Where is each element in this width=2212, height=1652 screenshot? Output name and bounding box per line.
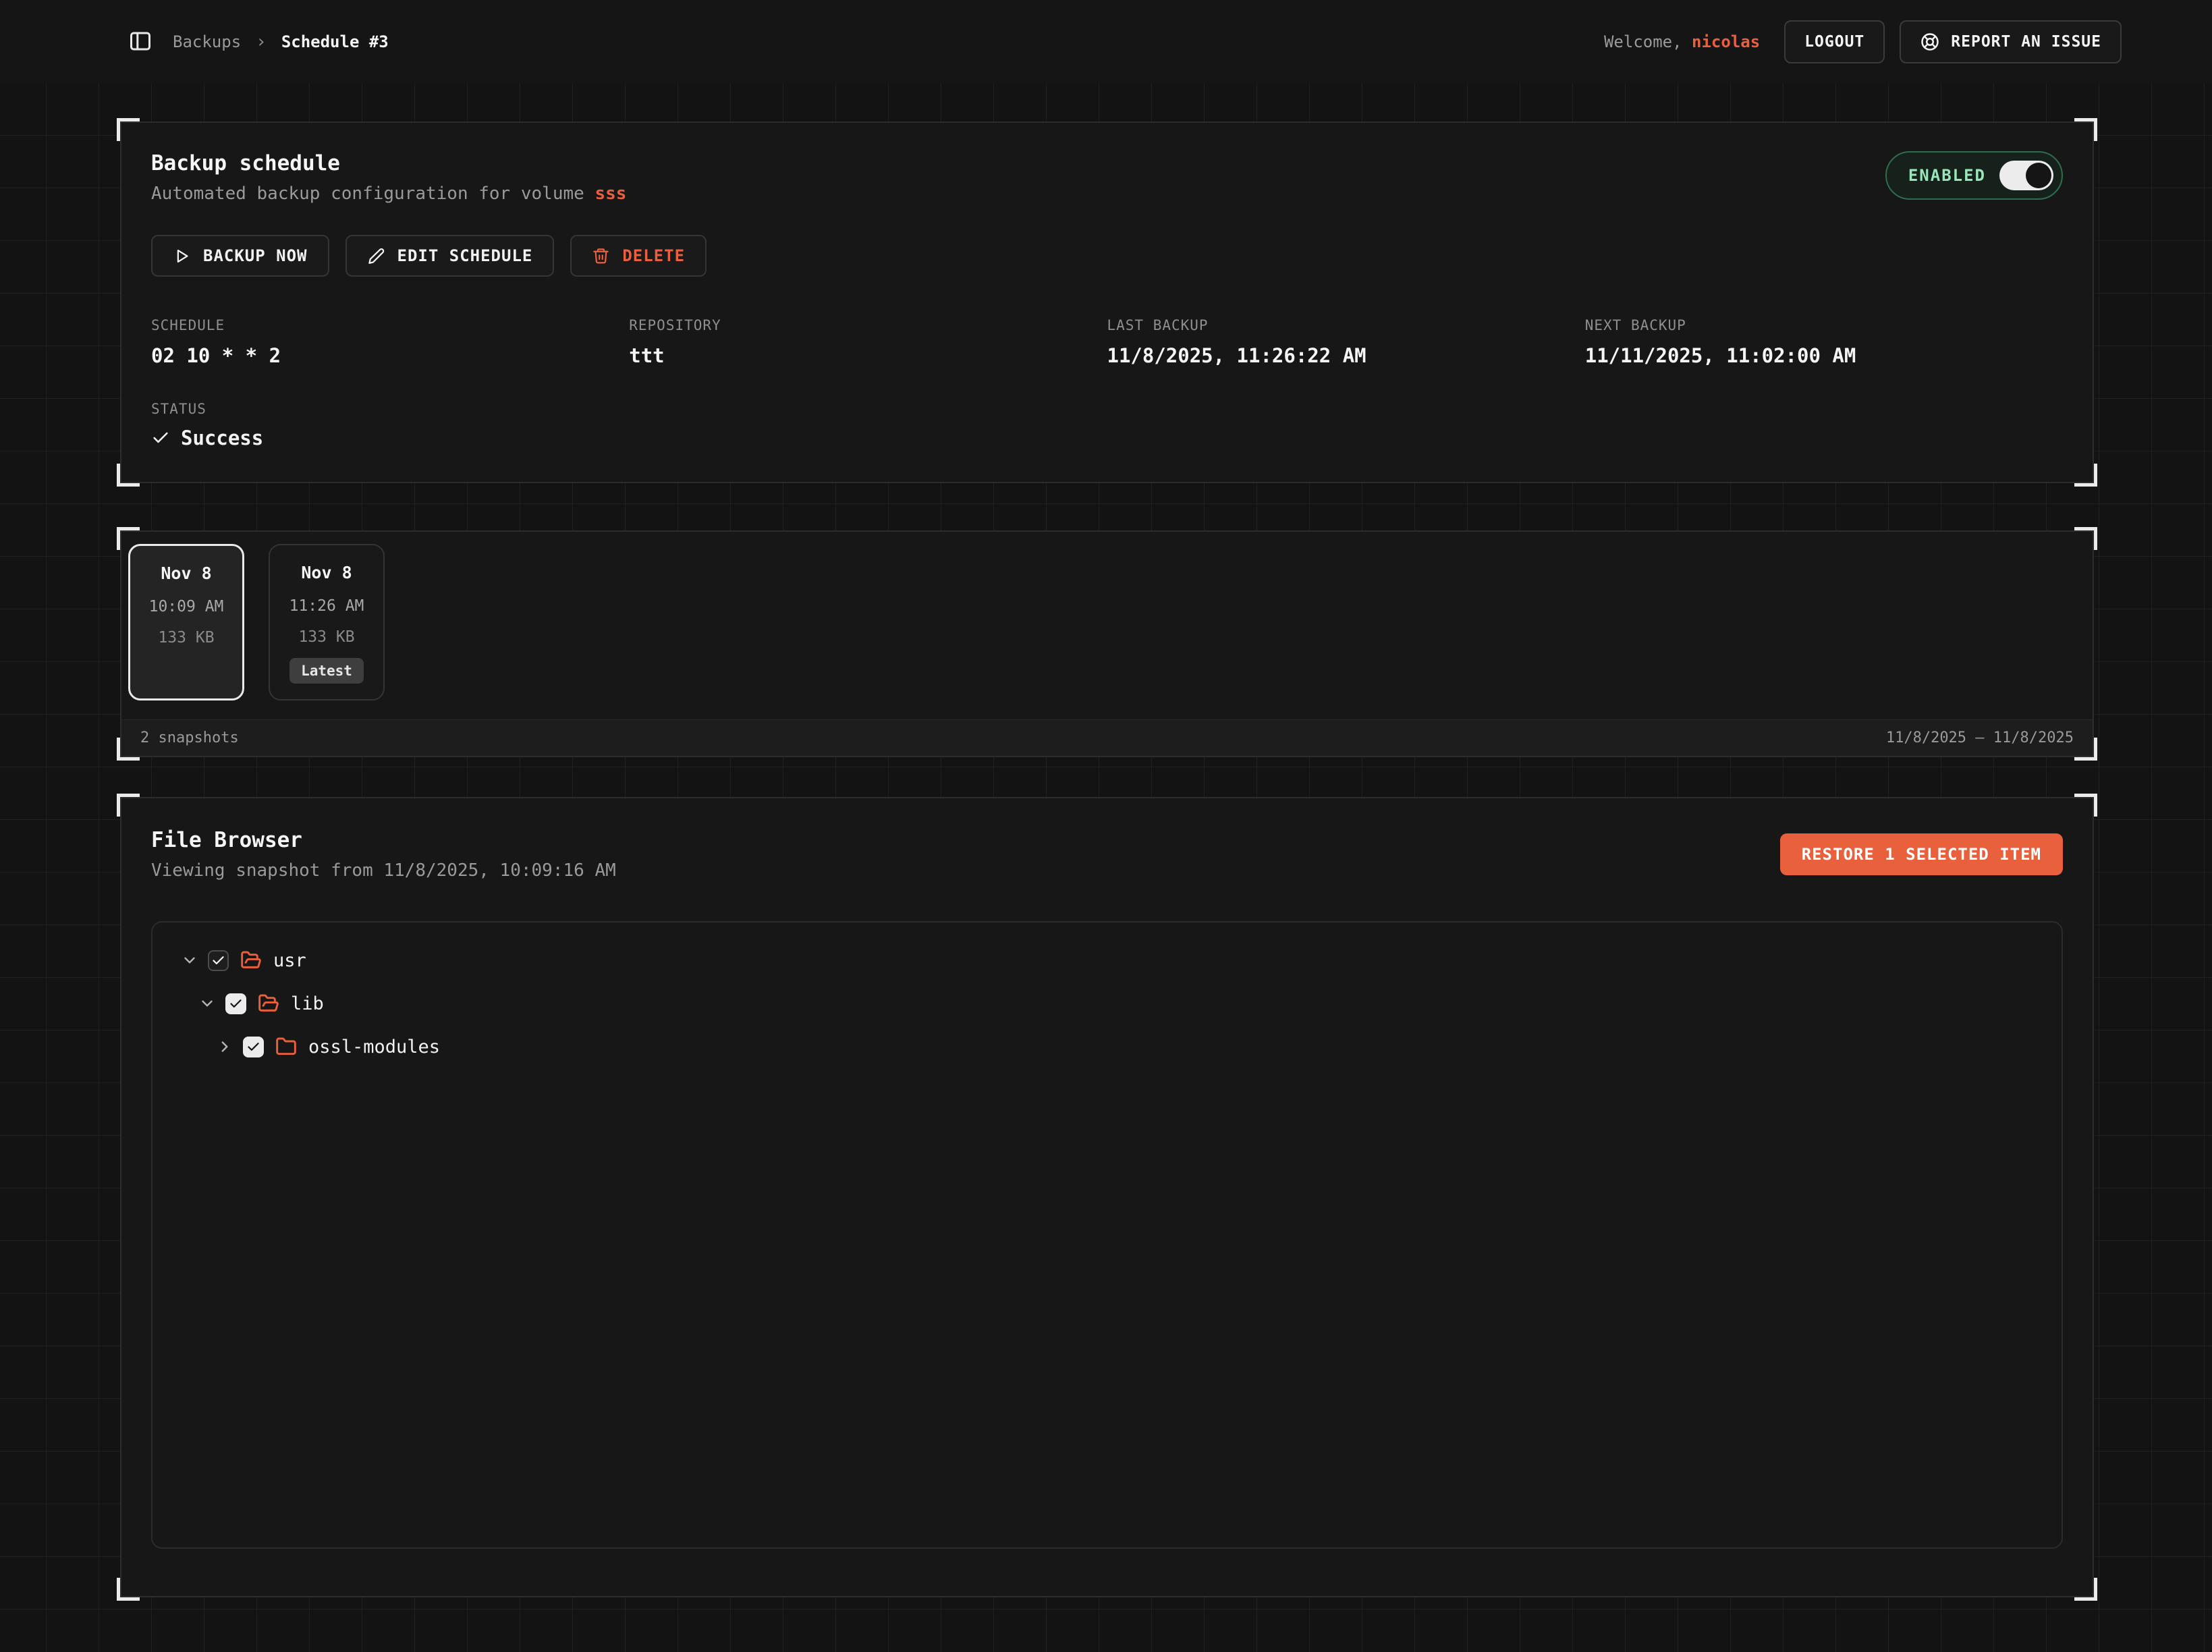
snapshots-footer: 2 snapshots 11/8/2025 – 11/8/2025 [121,719,2093,756]
delete-button[interactable]: DELETE [570,235,707,277]
restore-selected-button[interactable]: RESTORE 1 SELECTED ITEM [1780,833,2063,875]
status-block: STATUS Success [151,401,2063,449]
chevron-right-icon[interactable] [216,1038,233,1055]
play-icon [173,247,191,265]
field-value: 11/8/2025, 11:26:22 AM [1107,344,1585,367]
snapshot-time: 10:09 AM [149,598,224,615]
corner-bracket [2074,794,2097,817]
backup-now-label: BACKUP NOW [203,246,308,265]
panel-left-icon [128,29,153,55]
corner-bracket [2074,118,2097,141]
restore-label: RESTORE 1 SELECTED ITEM [1802,845,2041,864]
snapshot-size: 133 KB [298,628,354,646]
snapshot-date: Nov 8 [161,563,211,583]
trash-icon [592,247,610,265]
corner-bracket [117,118,140,141]
field-value: 02 10 * * 2 [151,344,629,367]
snapshot-date: Nov 8 [301,563,352,582]
field-label: SCHEDULE [151,317,629,333]
volume-name: sss [595,184,626,204]
tree-row-lib[interactable]: lib [166,982,2048,1025]
chevron-down-icon[interactable] [198,995,216,1012]
tree-item-label: lib [291,993,324,1014]
corner-bracket [117,794,140,817]
corner-bracket [117,464,140,487]
field-value: ttt [629,344,1107,367]
welcome-prefix: Welcome, [1604,32,1682,51]
folder-icon [275,1036,297,1057]
edit-schedule-button[interactable]: EDIT SCHEDULE [345,235,555,277]
breadcrumb-link-backups[interactable]: Backups [173,32,241,51]
enabled-label: ENABLED [1908,166,1986,185]
page-background-grid: Backup schedule Automated backup configu… [0,84,2212,1652]
report-issue-label: REPORT AN ISSUE [1951,33,2101,51]
field-value: 11/11/2025, 11:02:00 AM [1585,344,2063,367]
breadcrumb: Backups › Schedule #3 [173,32,389,52]
field-label: LAST BACKUP [1107,317,1585,333]
enabled-toggle[interactable]: ENABLED [1885,151,2063,200]
tree-item-label: usr [273,950,306,971]
lifebuoy-icon [1920,32,1940,52]
panel-title: Backup schedule [151,151,626,175]
toggle-knob [2026,163,2051,188]
snapshot-count: 2 snapshots [140,729,239,746]
logout-button[interactable]: LOGOUT [1784,20,1885,63]
folder-open-icon [240,949,262,971]
toggle-switch[interactable] [1999,161,2053,190]
sidebar-toggle-button[interactable] [128,29,153,55]
check-icon [151,429,170,447]
file-browser-subtitle: Viewing snapshot from 11/8/2025, 10:09:1… [151,860,616,881]
field-last-backup: LAST BACKUP 11/8/2025, 11:26:22 AM [1107,317,1585,367]
corner-bracket [117,1578,140,1601]
tree-row-usr[interactable]: usr [166,939,2048,982]
breadcrumb-current: Schedule #3 [281,32,389,51]
username: nicolas [1692,32,1760,51]
chevron-down-icon[interactable] [181,952,198,969]
app-header: Backups › Schedule #3 Welcome, nicolas L… [0,0,2212,84]
checkbox-checked[interactable] [243,1037,264,1057]
snapshot-size: 133 KB [158,629,214,646]
snapshot-card-latest[interactable]: Nov 8 11:26 AM 133 KB Latest [269,544,385,700]
tree-row-ossl-modules[interactable]: ossl-modules [166,1025,2048,1068]
snapshot-card-selected[interactable]: Nov 8 10:09 AM 133 KB [128,544,244,700]
edit-schedule-label: EDIT SCHEDULE [397,246,533,265]
backup-schedule-panel: Backup schedule Automated backup configu… [120,121,2094,483]
corner-bracket [2074,1578,2097,1601]
field-next-backup: NEXT BACKUP 11/11/2025, 11:02:00 AM [1585,317,2063,367]
status-text: Success [181,426,263,449]
snapshots-panel: Nov 8 10:09 AM 133 KB Nov 8 11:26 AM 133… [120,530,2094,757]
folder-open-icon [258,993,279,1014]
field-repository: REPOSITORY ttt [629,317,1107,367]
field-schedule: SCHEDULE 02 10 * * 2 [151,317,629,367]
pencil-icon [367,247,385,265]
latest-badge: Latest [289,658,364,684]
file-tree: usr lib [151,921,2063,1549]
corner-bracket [2074,464,2097,487]
panel-subtitle: Automated backup configuration for volum… [151,184,626,204]
checkbox-checked[interactable] [208,950,229,971]
snapshot-time: 11:26 AM [289,597,364,615]
delete-label: DELETE [622,246,685,265]
tree-item-label: ossl-modules [308,1037,440,1057]
welcome-text: Welcome, nicolas [1604,32,1760,51]
field-label: REPOSITORY [629,317,1107,333]
report-issue-button[interactable]: REPORT AN ISSUE [1900,20,2122,63]
checkbox-checked[interactable] [225,993,246,1014]
file-browser-panel: File Browser Viewing snapshot from 11/8/… [120,797,2094,1597]
breadcrumb-separator: › [256,32,267,52]
status-label: STATUS [151,401,2063,417]
snapshot-date-range: 11/8/2025 – 11/8/2025 [1886,729,2074,746]
subtitle-prefix: Automated backup configuration for volum… [151,184,595,204]
field-label: NEXT BACKUP [1585,317,2063,333]
logout-label: LOGOUT [1804,33,1864,51]
backup-now-button[interactable]: BACKUP NOW [151,235,329,277]
status-value: Success [151,426,2063,449]
file-browser-title: File Browser [151,828,616,852]
